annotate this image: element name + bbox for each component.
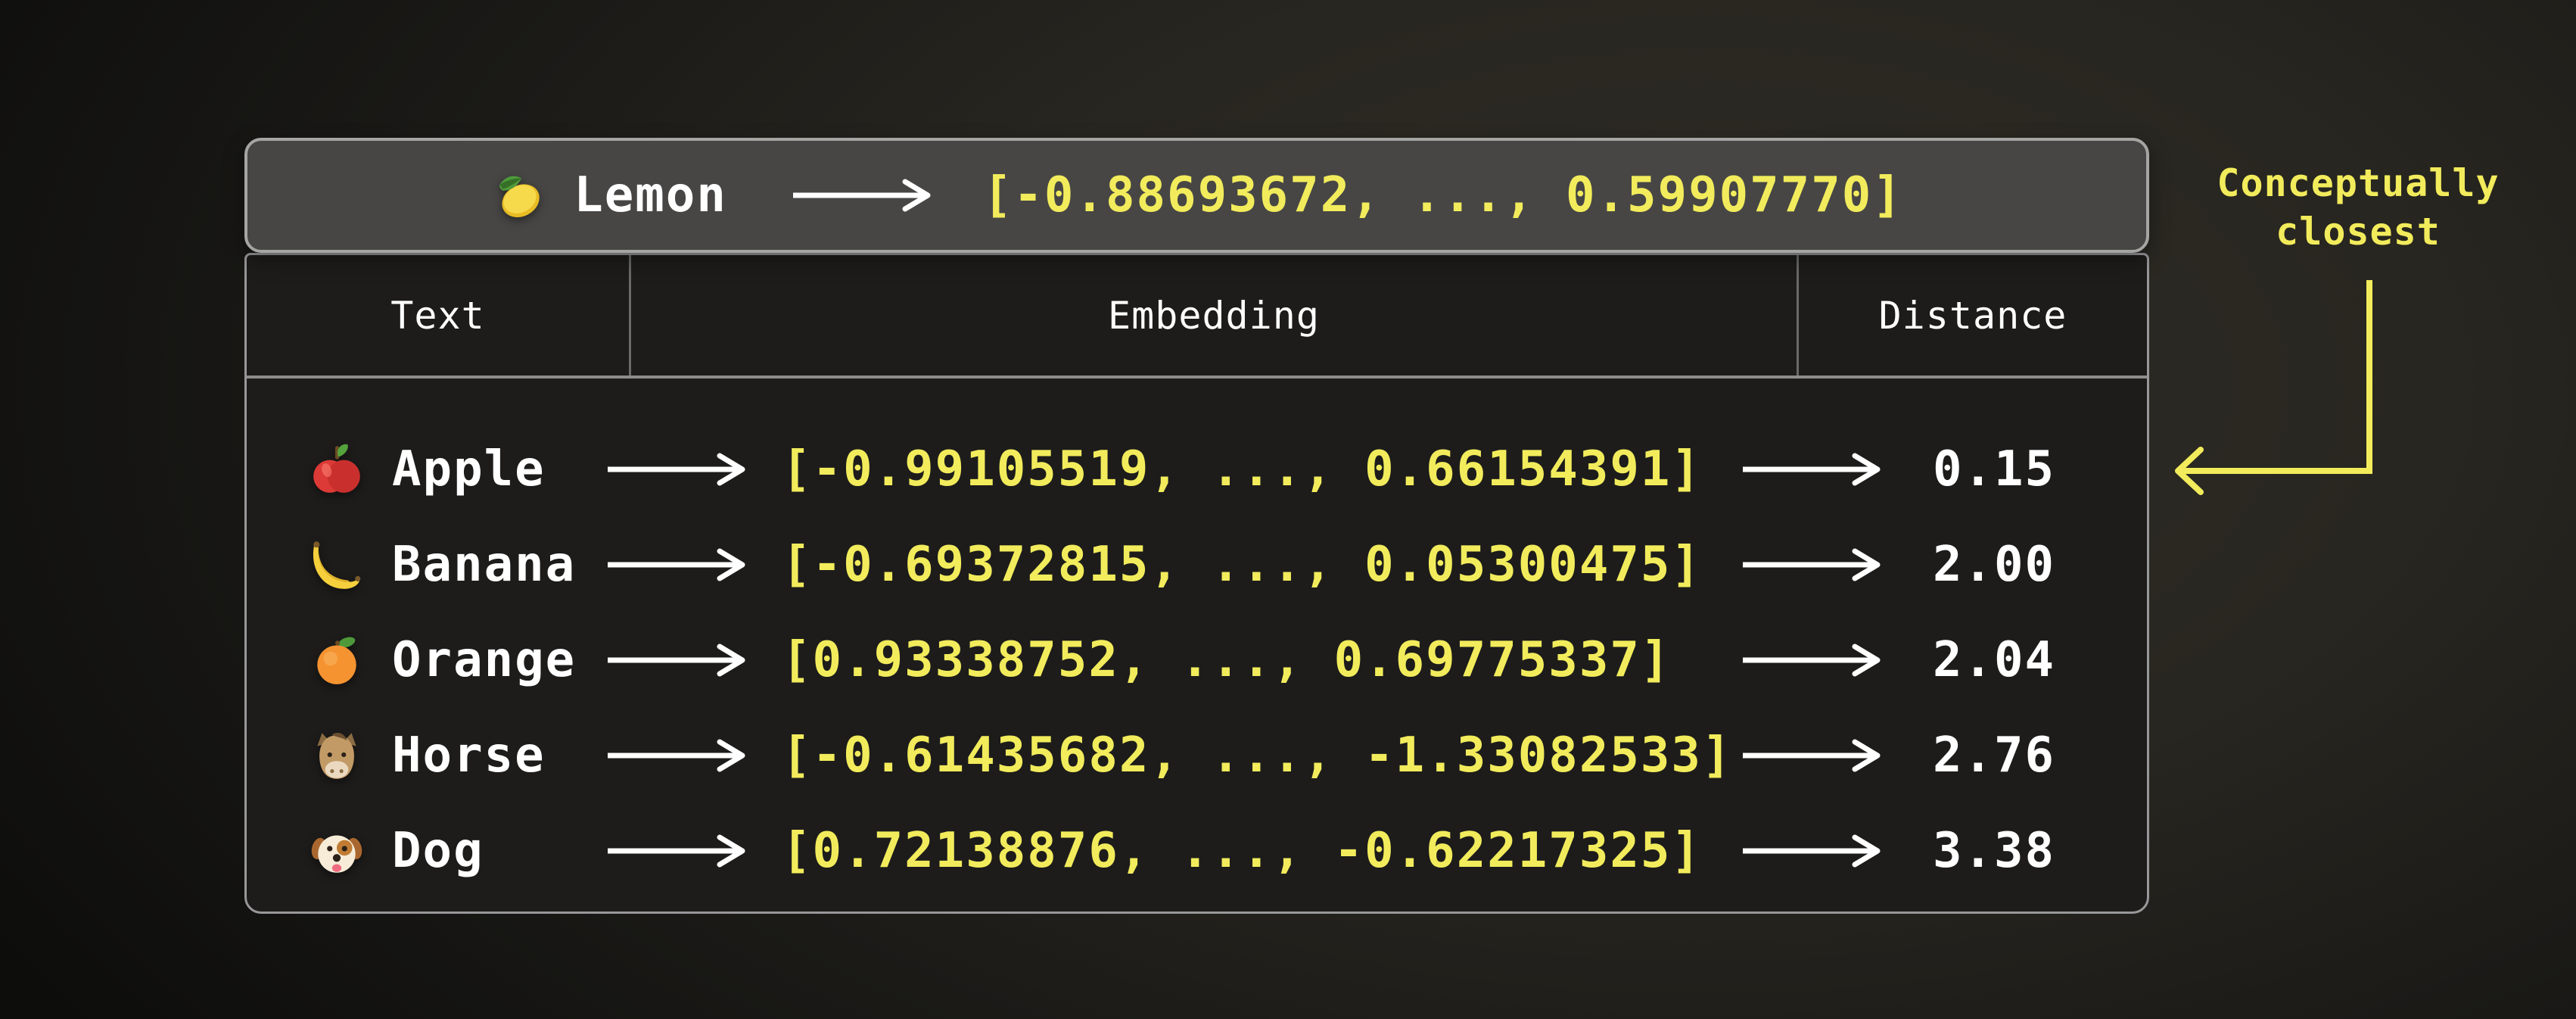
row-label: Dog [392, 823, 484, 879]
annotation-line1: Conceptually [2169, 159, 2547, 207]
right-arrow-icon [605, 739, 749, 772]
row-embedding-value: [0.72138876, ..., -0.62217325] [782, 823, 1702, 879]
horse-emoji-icon [309, 728, 365, 784]
right-arrow-icon [605, 548, 749, 581]
row-distance-value: 3.38 [1856, 823, 2133, 879]
row-embedding-value: [0.93338752, ..., 0.69775337] [782, 632, 1671, 688]
column-header-distance: Distance [1799, 255, 2147, 376]
apple-emoji-icon [309, 441, 365, 497]
row-distance-value: 0.15 [1856, 441, 2133, 497]
orange-emoji-icon [309, 632, 365, 688]
row-label: Apple [392, 441, 546, 497]
query-label: Lemon [574, 167, 727, 223]
query-embedding-value: [-0.88693672, ..., 0.59907770] [983, 167, 1903, 223]
embedding-distance-diagram: Lemon [-0.88693672, ..., 0.59907770] Tex… [0, 0, 2576, 1019]
row-label: Orange [392, 632, 576, 688]
banana-emoji-icon [309, 537, 365, 593]
row-distance-value: 2.04 [1856, 632, 2133, 688]
column-header-text: Text [247, 255, 629, 376]
dog-emoji-icon [309, 823, 365, 879]
right-arrow-icon [605, 834, 749, 868]
right-arrow-icon [605, 643, 749, 677]
row-embedding-value: [-0.99105519, ..., 0.66154391] [782, 441, 1702, 497]
right-arrow-icon [605, 453, 749, 486]
embeddings-table: Text Embedding Distance Apple [-0.991055… [244, 253, 2149, 914]
table-column-headers: Text Embedding Distance [247, 255, 2147, 379]
table-row-horse: Horse [-0.61435682, ..., -1.33082533] 2.… [247, 708, 2147, 803]
row-distance-value: 2.76 [1856, 728, 2133, 784]
annotation-elbow-arrow-icon [2163, 274, 2382, 501]
table-rows: Apple [-0.99105519, ..., 0.66154391] 0.1… [247, 379, 2147, 911]
annotation-conceptually-closest: Conceptually closest [2169, 159, 2547, 256]
right-arrow-icon [791, 179, 935, 212]
table-row-orange: Orange [0.93338752, ..., 0.69775337] 2.0… [247, 612, 2147, 708]
annotation-line2: closest [2169, 207, 2547, 256]
row-embedding-value: [-0.69372815, ..., 0.05300475] [782, 537, 1702, 593]
row-label: Horse [392, 728, 546, 784]
lemon-emoji-icon [490, 167, 546, 223]
row-label: Banana [392, 537, 576, 593]
column-header-embedding: Embedding [629, 255, 1799, 376]
row-distance-value: 2.00 [1856, 537, 2133, 593]
table-row-apple: Apple [-0.99105519, ..., 0.66154391] 0.1… [247, 422, 2147, 517]
table-row-dog: Dog [0.72138876, ..., -0.62217325] 3.38 [247, 803, 2147, 899]
table-row-banana: Banana [-0.69372815, ..., 0.05300475] 2.… [247, 517, 2147, 612]
row-embedding-value: [-0.61435682, ..., -1.33082533] [782, 728, 1732, 784]
query-box: Lemon [-0.88693672, ..., 0.59907770] [244, 138, 2149, 253]
